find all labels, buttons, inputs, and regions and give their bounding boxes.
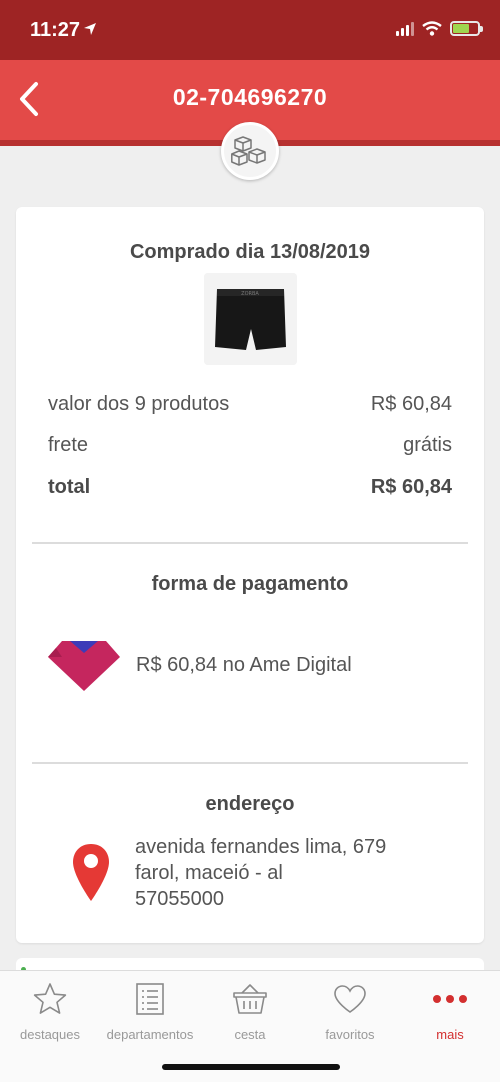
address-line-1: avenida fernandes lima, 679 xyxy=(135,836,387,858)
order-number-title: 02-704696270 xyxy=(172,84,328,110)
divider xyxy=(32,542,468,544)
total-label: total xyxy=(48,476,91,498)
heart-icon xyxy=(334,985,366,1013)
tab-label: destaques xyxy=(20,1027,80,1042)
battery-charging-icon xyxy=(450,21,483,36)
map-pin-icon xyxy=(73,844,109,901)
product-thumbnail[interactable]: ZORBA xyxy=(204,273,297,365)
total-row: total R$ 60,84 xyxy=(48,476,452,499)
address-line-3: 57055000 xyxy=(135,888,224,910)
tab-label: departamentos xyxy=(106,1027,194,1042)
payment-text: R$ 60,84 no Ame Digital xyxy=(136,653,352,676)
payment-heading: forma de pagamento xyxy=(151,573,349,595)
products-value-row: valor dos 9 produtos R$ 60,84 xyxy=(48,393,452,416)
address-line-2: farol, maceió - al xyxy=(135,862,283,884)
divider xyxy=(32,762,468,764)
signal-icon xyxy=(396,21,414,36)
status-icons xyxy=(396,21,483,36)
total-value: R$ 60,84 xyxy=(370,476,452,498)
delivery-address: avenida fernandes lima, 679 farol, macei… xyxy=(135,834,386,912)
ame-logo-icon xyxy=(48,641,120,691)
products-value-label: valor dos 9 produtos xyxy=(48,393,230,415)
tab-favoritos[interactable]: favoritos xyxy=(300,981,400,1042)
address-heading: endereço xyxy=(205,793,295,815)
order-badge xyxy=(221,122,279,180)
order-detail-card: Comprado dia 13/08/2019 ZORBA valor dos … xyxy=(16,207,484,943)
shipping-value: grátis xyxy=(403,434,452,456)
tab-label: favoritos xyxy=(325,1027,375,1042)
tab-mais[interactable]: mais xyxy=(400,981,500,1042)
shipping-row: frete grátis xyxy=(48,434,452,457)
more-dots-icon xyxy=(433,995,467,1003)
location-arrow-icon xyxy=(84,23,96,35)
boxes-icon xyxy=(231,136,266,166)
payment-method: R$ 60,84 no Ame Digital xyxy=(48,637,352,693)
tab-label: cesta xyxy=(234,1027,266,1042)
purchase-date: Comprado dia 13/08/2019 xyxy=(129,241,371,263)
wifi-icon xyxy=(422,21,442,36)
basket-icon xyxy=(233,984,267,1014)
tab-cesta[interactable]: cesta xyxy=(200,981,300,1042)
status-time: 11:27 xyxy=(30,19,81,41)
boxer-briefs-image: ZORBA xyxy=(204,273,297,365)
tab-destaques[interactable]: destaques xyxy=(0,981,100,1042)
products-value: R$ 60,84 xyxy=(370,393,452,415)
star-icon xyxy=(33,983,67,1014)
home-indicator[interactable] xyxy=(162,1064,340,1070)
status-bar: 11:27 xyxy=(0,0,500,60)
shipping-label: frete xyxy=(48,434,89,456)
tab-label: mais xyxy=(436,1027,464,1042)
svg-text:ZORBA: ZORBA xyxy=(241,291,259,297)
list-icon xyxy=(136,983,164,1015)
tab-departamentos[interactable]: departamentos xyxy=(100,981,200,1042)
